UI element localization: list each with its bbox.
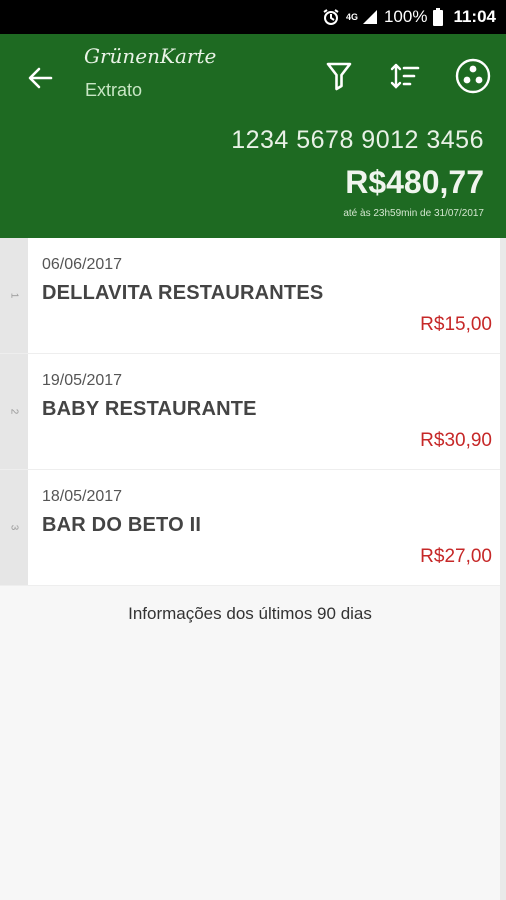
page-title: Extrato <box>85 80 143 100</box>
alarm-icon <box>322 8 340 26</box>
card-number: 1234 5678 9012 3456 <box>231 126 484 154</box>
row-index: 3 <box>0 470 28 585</box>
brand-logo: GrünenKarte <box>84 44 217 68</box>
sort-button[interactable] <box>383 54 427 98</box>
network-type-label: 4G <box>345 11 358 22</box>
merchant-name: DELLAVITA RESTAURANTES <box>42 282 324 304</box>
filter-button[interactable] <box>317 54 361 98</box>
merchant-name: BABY RESTAURANTE <box>42 398 257 420</box>
transaction-amount: R$15,00 <box>420 314 492 335</box>
transaction-row[interactable]: 1 06/06/2017 DELLAVITA RESTAURANTES R$15… <box>0 238 500 354</box>
transaction-amount: R$27,00 <box>420 546 492 567</box>
balance-amount: R$480,77 <box>345 164 484 200</box>
history-range-note: Informações dos últimos 90 dias <box>128 604 372 623</box>
battery-percent: 100% <box>383 7 428 26</box>
back-arrow-icon <box>28 67 53 89</box>
transaction-amount: R$30,90 <box>420 430 492 451</box>
row-index: 2 <box>0 354 28 469</box>
scrollbar[interactable] <box>500 238 506 900</box>
transaction-row[interactable]: 2 19/05/2017 BABY RESTAURANTE R$30,90 <box>0 354 500 470</box>
sort-icon <box>390 63 420 89</box>
status-bar: 4G 100% 11:04 <box>0 0 506 34</box>
balance-date-note: até às 23h59min de 31/07/2017 <box>343 208 484 219</box>
app-header: GrünenKarte Extrato 1234 5678 9012 3456 … <box>0 34 506 238</box>
more-circles-icon <box>455 58 491 94</box>
row-index: 1 <box>0 238 28 353</box>
clock: 11:04 <box>453 7 496 26</box>
back-button[interactable] <box>18 56 62 100</box>
filter-icon <box>326 62 352 91</box>
transaction-date: 18/05/2017 <box>42 488 123 505</box>
battery-icon <box>433 8 444 26</box>
transaction-date: 06/06/2017 <box>42 256 123 273</box>
options-button[interactable] <box>451 54 495 98</box>
merchant-name: BAR DO BETO II <box>42 514 202 536</box>
transaction-date: 19/05/2017 <box>42 372 123 389</box>
transaction-list: 1 06/06/2017 DELLAVITA RESTAURANTES R$15… <box>0 238 500 586</box>
transaction-row[interactable]: 3 18/05/2017 BAR DO BETO II R$27,00 <box>0 470 500 586</box>
signal-icon <box>362 9 378 25</box>
